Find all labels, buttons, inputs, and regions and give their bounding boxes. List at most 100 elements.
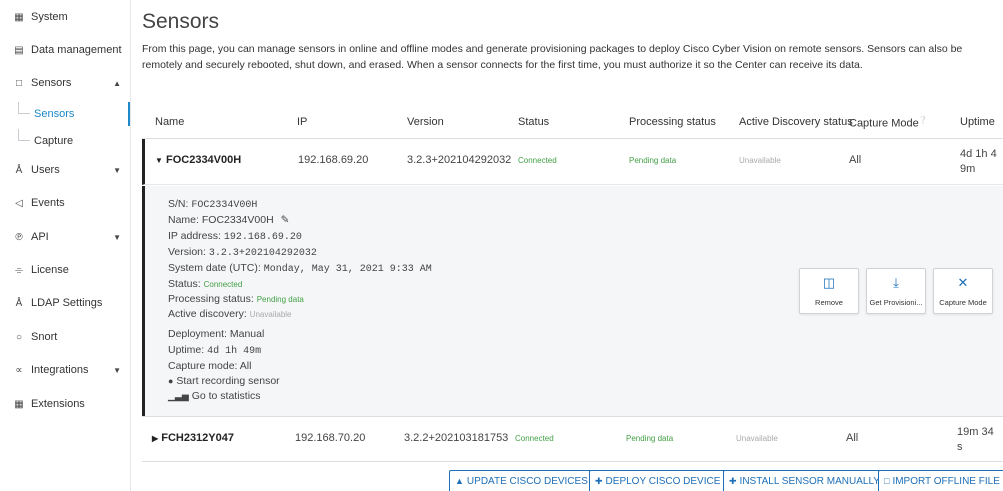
sidebar-subitem-sensors[interactable]: Sensors bbox=[0, 102, 130, 126]
sidebar-item-ldap-settings[interactable]: Å LDAP Settings bbox=[0, 293, 130, 313]
detail-deployment: Deployment: Manual bbox=[168, 328, 265, 340]
system-icon: ▦ bbox=[14, 11, 24, 23]
row-status: Connected bbox=[518, 156, 557, 165]
detail-label: Status: bbox=[168, 278, 201, 290]
sidebar-item-label: Integrations bbox=[31, 364, 89, 376]
tree-line bbox=[18, 129, 30, 141]
sidebar-subitem-capture[interactable]: Capture bbox=[0, 129, 130, 153]
detail-label: IP address: bbox=[168, 230, 221, 242]
deploy-cisco-device-button[interactable]: ✚ DEPLOY CISCO DEVICE bbox=[589, 470, 727, 491]
license-icon: ⌯ bbox=[15, 264, 23, 276]
row-capture-mode: All bbox=[849, 154, 862, 166]
remove-button[interactable]: ◫ Remove bbox=[799, 268, 859, 314]
api-icon: ℗ bbox=[15, 231, 23, 243]
detail-label: Uptime: bbox=[168, 344, 205, 356]
chevron-down-icon: ▼ bbox=[113, 232, 121, 242]
chevron-up-icon: ▲ bbox=[113, 78, 121, 88]
detail-value: Connected bbox=[203, 280, 243, 289]
sidebar-item-system[interactable]: ▦ System bbox=[0, 7, 130, 27]
caret-down-icon: ▼ bbox=[155, 156, 163, 165]
table-row[interactable]: ▶ FCH2312Y047 192.168.70.20 3.2.2+202103… bbox=[142, 416, 1003, 462]
button-label: UPDATE CISCO DEVICES bbox=[466, 475, 588, 487]
column-header-uptime[interactable]: Uptime bbox=[960, 116, 995, 128]
column-header-status[interactable]: Status bbox=[518, 116, 549, 128]
sidebar-item-users[interactable]: Å Users ▼ bbox=[0, 160, 130, 180]
update-cisco-devices-button[interactable]: ▲ UPDATE CISCO DEVICES bbox=[449, 470, 594, 491]
row-name[interactable]: ▶ FCH2312Y047 bbox=[152, 432, 234, 444]
column-header-ip[interactable]: IP bbox=[297, 116, 307, 128]
tree-line bbox=[18, 102, 30, 114]
row-name[interactable]: ▼ FOC2334V00H bbox=[155, 154, 241, 166]
detail-capture-mode: Capture mode: All bbox=[168, 360, 252, 372]
detail-value: 4d 1h 49m bbox=[207, 346, 262, 357]
sidebar-item-integrations[interactable]: ∝ Integrations ▼ bbox=[0, 360, 130, 380]
page-title: Sensors bbox=[142, 10, 220, 33]
row-uptime-line2: 9m bbox=[960, 163, 976, 175]
sidebar-item-label: Users bbox=[31, 164, 60, 176]
edit-pencil-icon[interactable]: ✎ bbox=[281, 214, 290, 226]
column-header-version[interactable]: Version bbox=[407, 116, 444, 128]
detail-uptime: Uptime: 4d 1h 49m bbox=[168, 344, 261, 357]
sidebar-subitem-label: Capture bbox=[34, 135, 74, 147]
capture-mode-button[interactable]: ✕ Capture Mode bbox=[933, 268, 993, 314]
integrations-icon: ∝ bbox=[15, 364, 23, 376]
main-content: Sensors From this page, you can manage s… bbox=[142, 0, 1003, 491]
start-recording-link[interactable]: ● Start recording sensor bbox=[168, 375, 280, 387]
sidebar-item-label: Snort bbox=[31, 331, 58, 343]
row-uptime: 19m 34 s bbox=[957, 425, 994, 455]
detail-label: S/N: bbox=[168, 198, 189, 210]
sidebar-item-snort[interactable]: ○ Snort bbox=[0, 327, 130, 347]
column-header-active-discovery-status[interactable]: Active Discovery status bbox=[739, 116, 853, 128]
sidebar-item-sensors[interactable]: □ Sensors ▲ bbox=[0, 73, 130, 93]
upload-icon: ▲ bbox=[455, 476, 464, 486]
sensor-detail-panel: S/N: FOC2334V00H Name: FOC2334V00H ✎ IP … bbox=[142, 186, 1003, 416]
record-dot-icon: ● bbox=[168, 376, 174, 386]
wrench-icon: ✕ bbox=[957, 275, 969, 290]
table-row[interactable]: ▼ FOC2334V00H 192.168.69.20 3.2.3+202104… bbox=[142, 139, 1003, 185]
detail-value: Monday, May 31, 2021 9:33 AM bbox=[263, 264, 432, 275]
detail-version: Version: 3.2.3+202104292032 bbox=[168, 246, 317, 259]
sidebar-item-label: System bbox=[31, 11, 68, 23]
row-status: Connected bbox=[515, 434, 554, 443]
sidebar-item-events[interactable]: ◁ Events bbox=[0, 193, 130, 213]
sidebar-subitem-label: Sensors bbox=[34, 108, 75, 120]
button-label: DEPLOY CISCO DEVICE bbox=[605, 475, 721, 487]
plus-icon: ✚ bbox=[595, 475, 603, 486]
sidebar-item-label: Events bbox=[31, 197, 65, 209]
row-name-text: FCH2312Y047 bbox=[161, 432, 234, 444]
row-version: 3.2.3+202104292032 bbox=[407, 154, 512, 166]
sidebar-item-license[interactable]: ⌯ License bbox=[0, 260, 130, 280]
row-uptime: 4d 1h 4 9m bbox=[960, 147, 997, 177]
column-header-name[interactable]: Name bbox=[155, 116, 184, 128]
help-icon[interactable]: ❔ bbox=[919, 117, 928, 124]
import-offline-file-button[interactable]: □ IMPORT OFFLINE FILE bbox=[878, 470, 1003, 491]
chevron-down-icon: ▼ bbox=[113, 165, 121, 175]
row-ip: 192.168.70.20 bbox=[295, 432, 366, 444]
get-provisioning-button[interactable]: ⤓ Get Provisioni... bbox=[866, 268, 926, 314]
go-to-statistics-link[interactable]: ▁▃▅ Go to statistics bbox=[168, 390, 261, 402]
sidebar-item-extensions[interactable]: ▦ Extensions bbox=[0, 394, 130, 414]
detail-label: Name: bbox=[168, 214, 199, 226]
column-header-processing-status[interactable]: Processing status bbox=[629, 116, 716, 128]
ldap-icon: Å bbox=[15, 297, 23, 309]
row-capture-mode: All bbox=[846, 432, 859, 444]
snort-icon: ○ bbox=[15, 331, 23, 343]
detail-status: Status: Connected bbox=[168, 278, 242, 290]
table-header: Name IP Version Status Processing status… bbox=[142, 106, 1003, 139]
button-label: Get Provisioni... bbox=[869, 298, 923, 307]
row-version: 3.2.2+202103181753 bbox=[404, 432, 509, 444]
link-label: Go to statistics bbox=[191, 390, 261, 402]
button-label: INSTALL SENSOR MANUALLY bbox=[739, 475, 880, 487]
sidebar-item-data-management[interactable]: ▤ Data management bbox=[0, 40, 130, 60]
sidebar-item-label: Data management bbox=[31, 44, 122, 56]
sidebar-item-api[interactable]: ℗ API ▼ bbox=[0, 227, 130, 247]
sidebar-item-label: License bbox=[31, 264, 69, 276]
row-uptime-line2: s bbox=[957, 441, 963, 453]
row-discovery-status: Unavailable bbox=[739, 156, 781, 165]
file-icon: □ bbox=[884, 476, 890, 486]
detail-value: 192.168.69.20 bbox=[223, 232, 302, 243]
data-management-icon: ▤ bbox=[14, 44, 24, 56]
chevron-down-icon: ▼ bbox=[113, 365, 121, 375]
install-sensor-manually-button[interactable]: ✚ INSTALL SENSOR MANUALLY bbox=[723, 470, 886, 491]
column-header-capture-mode[interactable]: Capture Mode❔ bbox=[849, 116, 927, 130]
